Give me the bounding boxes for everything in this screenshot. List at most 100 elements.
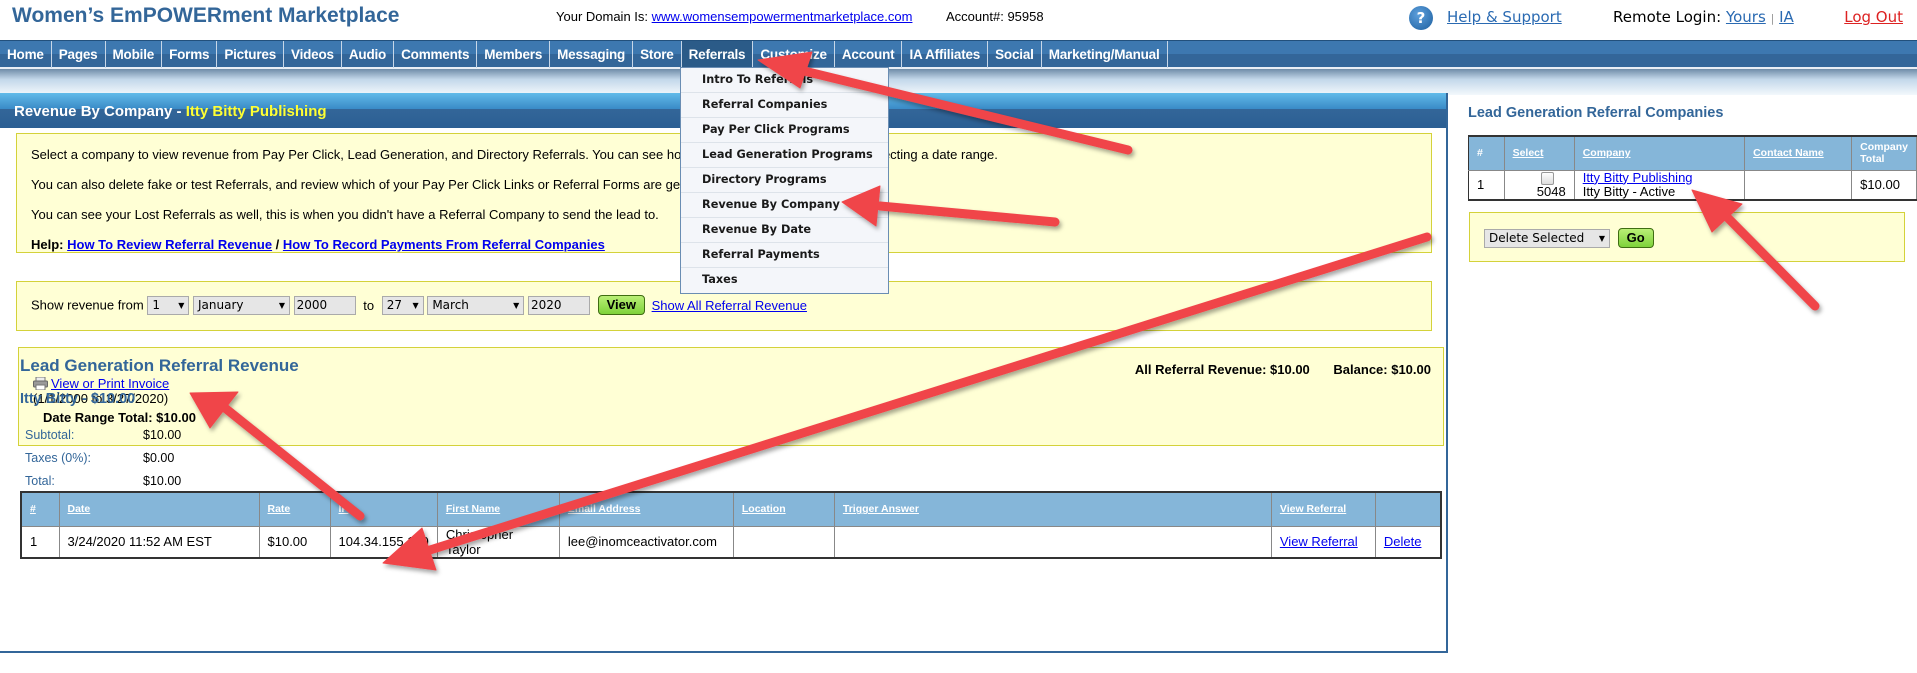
help-record-payments-link[interactable]: How To Record Payments From Referral Com… bbox=[283, 237, 605, 252]
to-month-value: March bbox=[432, 297, 469, 312]
nav-forms[interactable]: Forms bbox=[162, 41, 218, 68]
revenue-totals: All Referral Revenue: $10.00 Balance: $1… bbox=[1135, 362, 1431, 377]
nav-account[interactable]: Account bbox=[835, 41, 903, 68]
cell-number: 1 bbox=[20, 525, 60, 559]
from-year-input[interactable]: 2000 bbox=[293, 295, 356, 315]
help-label: Help: bbox=[31, 237, 64, 252]
help-support-link[interactable]: Help & Support bbox=[1447, 8, 1562, 26]
nav-store[interactable]: Store bbox=[633, 41, 682, 68]
col-ip[interactable]: IP bbox=[339, 503, 349, 515]
cell-first-name: Christopher Taylor bbox=[436, 525, 560, 559]
col-co-number: # bbox=[1468, 135, 1505, 171]
question-circle-icon[interactable]: ? bbox=[1409, 6, 1433, 30]
site-title: Women’s EmPOWERment Marketplace bbox=[12, 4, 400, 27]
menu-directory-programs[interactable]: Directory Programs bbox=[681, 168, 888, 193]
chevron-down-icon: ▼ bbox=[278, 300, 285, 310]
menu-pay-per-click-programs[interactable]: Pay Per Click Programs bbox=[681, 118, 888, 143]
col-view-referral[interactable]: View Referral bbox=[1280, 503, 1346, 515]
nav-comments[interactable]: Comments bbox=[394, 41, 478, 68]
cell-email: lee@inomceactivator.com bbox=[558, 525, 734, 559]
nav-social[interactable]: Social bbox=[988, 41, 1042, 68]
col-rate[interactable]: Rate bbox=[268, 503, 291, 515]
bulk-action-value: Delete Selected bbox=[1489, 230, 1585, 245]
show-all-revenue-link[interactable]: Show All Referral Revenue bbox=[652, 298, 807, 313]
from-day-value: 1 bbox=[152, 297, 160, 312]
logout-link[interactable]: Log Out bbox=[1844, 8, 1903, 26]
page-title-prefix: Revenue By Company - bbox=[14, 103, 186, 120]
menu-intro-to-referrals[interactable]: Intro To Referrals bbox=[681, 68, 888, 93]
total-label: Total: bbox=[25, 474, 55, 488]
remote-login-label: Remote Login: bbox=[1613, 8, 1722, 26]
revenue-totals-list: Subtotal: $10.00 Taxes (0%): $0.00 Total: $… bbox=[25, 425, 181, 494]
remote-login: Remote Login: Yours | IA bbox=[1613, 8, 1794, 26]
company-revenue-heading: Itty Bitty - $10.00 bbox=[20, 391, 136, 407]
from-day-select[interactable]: 1 ▼ bbox=[147, 295, 190, 315]
co-cell-total: $10.00 bbox=[1851, 169, 1917, 201]
taxes-row: Taxes (0%): $0.00 bbox=[25, 448, 181, 471]
col-first-name[interactable]: First Name bbox=[446, 503, 500, 515]
remote-login-ia-link[interactable]: IA bbox=[1779, 8, 1794, 26]
taxes-label: Taxes (0%): bbox=[25, 451, 91, 465]
taxes-value: $0.00 bbox=[143, 451, 175, 465]
col-select[interactable]: Select bbox=[1513, 147, 1544, 159]
col-company-total: Company Total bbox=[1851, 135, 1917, 171]
view-button[interactable]: View bbox=[597, 295, 645, 315]
nav-videos[interactable]: Videos bbox=[284, 41, 342, 68]
lead-revenue-heading: Lead Generation Referral Revenue bbox=[20, 356, 299, 375]
from-month-value: January bbox=[197, 297, 244, 312]
view-referral-link[interactable]: View Referral bbox=[1280, 534, 1358, 549]
nav-customize[interactable]: Customize bbox=[753, 41, 835, 68]
go-button[interactable]: Go bbox=[1617, 228, 1654, 248]
menu-revenue-by-date[interactable]: Revenue By Date bbox=[681, 218, 888, 243]
menu-lead-generation-programs[interactable]: Lead Generation Programs bbox=[681, 143, 888, 168]
company-link[interactable]: Itty Bitty Publishing bbox=[1583, 170, 1693, 185]
menu-referral-payments[interactable]: Referral Payments bbox=[681, 243, 888, 268]
col-location[interactable]: Location bbox=[742, 503, 786, 515]
from-month-select[interactable]: January ▼ bbox=[192, 295, 290, 315]
chevron-down-icon: ▼ bbox=[178, 300, 185, 310]
col-date[interactable]: Date bbox=[68, 503, 91, 515]
chevron-down-icon: ▼ bbox=[513, 300, 520, 310]
to-year-input[interactable]: 2020 bbox=[527, 295, 590, 315]
col-number[interactable]: # bbox=[30, 503, 36, 515]
co-cell-company: Itty Bitty Publishing Itty Bitty - Active bbox=[1573, 169, 1746, 201]
to-month-select[interactable]: March ▼ bbox=[427, 295, 525, 315]
company-status: Itty Bitty - Active bbox=[1582, 183, 1676, 199]
printer-icon bbox=[33, 377, 48, 390]
domain-link[interactable]: www.womensempowermentmarketplace.com bbox=[652, 9, 913, 24]
bulk-action-select[interactable]: Delete Selected ▼ bbox=[1484, 228, 1610, 248]
help-review-revenue-link[interactable]: How To Review Referral Revenue bbox=[67, 237, 272, 252]
chevron-down-icon: ▼ bbox=[1598, 233, 1605, 243]
table-row: 1 3/24/2020 11:52 AM EST $10.00 104.34.1… bbox=[20, 525, 1442, 559]
referral-revenue-table: # Date Rate IP First Name Email Address … bbox=[20, 491, 1442, 559]
remote-login-yours-link[interactable]: Yours bbox=[1726, 8, 1766, 26]
nav-ia-affiliates[interactable]: IA Affiliates bbox=[902, 41, 989, 68]
col-trigger-answer[interactable]: Trigger Answer bbox=[843, 503, 919, 515]
nav-home[interactable]: Home bbox=[0, 41, 52, 68]
cell-trigger-answer bbox=[833, 525, 1272, 559]
top-utility-links: ? Help & Support Remote Login: Yours | I… bbox=[1397, 6, 1917, 30]
nav-audio[interactable]: Audio bbox=[342, 41, 395, 68]
col-email[interactable]: Email Address bbox=[568, 503, 641, 515]
nav-messaging[interactable]: Messaging bbox=[550, 41, 634, 68]
col-contact-name[interactable]: Contact Name bbox=[1753, 147, 1824, 159]
cell-rate: $10.00 bbox=[258, 525, 331, 559]
nav-mobile[interactable]: Mobile bbox=[106, 41, 163, 68]
nav-pictures[interactable]: Pictures bbox=[217, 41, 285, 68]
remote-login-separator: | bbox=[1770, 12, 1775, 25]
nav-members[interactable]: Members bbox=[477, 41, 551, 68]
co-cell-select: 5048 bbox=[1503, 169, 1575, 201]
nav-referrals[interactable]: Referrals bbox=[681, 41, 754, 68]
domain-label: Your Domain Is: bbox=[556, 9, 649, 24]
view-print-invoice-link[interactable]: View or Print Invoice bbox=[51, 376, 169, 391]
nav-marketing-manual[interactable]: Marketing/Manual bbox=[1042, 41, 1168, 68]
menu-referral-companies[interactable]: Referral Companies bbox=[681, 93, 888, 118]
to-day-select[interactable]: 27 ▼ bbox=[381, 295, 424, 315]
delete-referral-link[interactable]: Delete bbox=[1384, 534, 1422, 549]
nav-pages[interactable]: Pages bbox=[52, 41, 106, 68]
cell-ip: 104.34.155.109 bbox=[329, 525, 438, 559]
col-company[interactable]: Company bbox=[1583, 147, 1631, 159]
menu-revenue-by-company[interactable]: Revenue By Company bbox=[681, 193, 888, 218]
page-title-company: Itty Bitty Publishing bbox=[185, 103, 327, 120]
menu-taxes[interactable]: Taxes bbox=[681, 268, 888, 293]
